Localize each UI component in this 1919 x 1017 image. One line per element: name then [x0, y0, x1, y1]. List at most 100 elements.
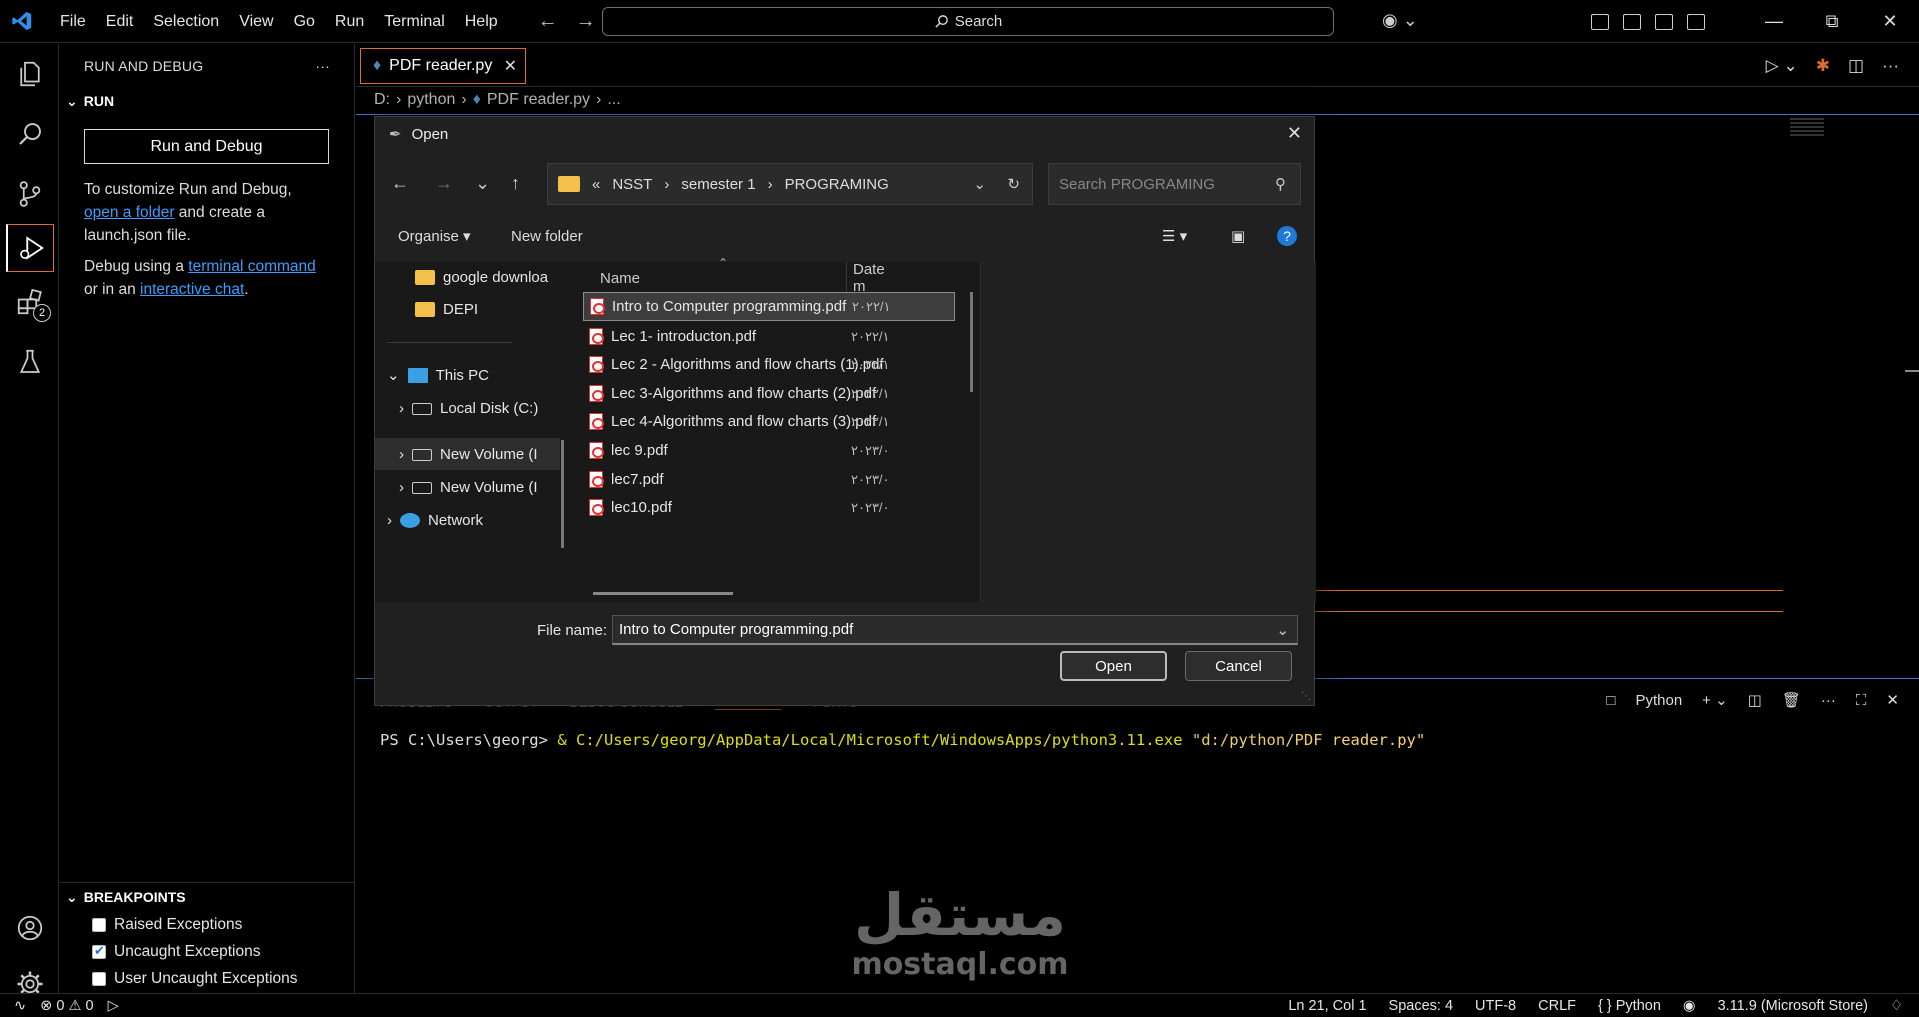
close-dialog-icon[interactable]: ✕	[1287, 123, 1302, 144]
chevron-down-icon[interactable]: ⌄	[1276, 621, 1289, 639]
file-row[interactable]: lec 9.pdf ٢٠٢٣/٠	[583, 436, 955, 465]
explorer-icon[interactable]	[0, 44, 59, 104]
split-terminal-icon[interactable]: ◫	[1748, 691, 1762, 709]
checkbox[interactable]	[92, 917, 106, 932]
file-row[interactable]: Lec 3-Algorithms and flow charts (2).pdf…	[583, 379, 955, 408]
minimap[interactable]	[1790, 118, 1824, 136]
open-folder-link[interactable]: open a folder	[84, 204, 175, 221]
file-row[interactable]: Lec 1- introducton.pdf٢٠٢٢/١٠	[583, 322, 955, 351]
language-mode[interactable]: { } Python	[1598, 998, 1661, 1014]
toggle-secondary-sidebar-icon[interactable]	[1687, 13, 1705, 30]
menu-go[interactable]: Go	[284, 0, 325, 43]
column-header-name[interactable]: Name	[600, 262, 640, 294]
forward-arrow-icon[interactable]: →	[435, 173, 453, 194]
terminal-command-link[interactable]: terminal command	[188, 258, 316, 275]
file-row[interactable]: lec7.pdf ٢٠٢٣/٠	[583, 465, 955, 494]
file-name-input[interactable]: Intro to Computer programming.pdf ⌄	[612, 615, 1298, 645]
cursor-position[interactable]: Ln 21, Col 1	[1288, 998, 1366, 1014]
copilot-status-icon[interactable]: ◉	[1683, 998, 1696, 1014]
tree-item-google-downloads[interactable]: google downloa	[415, 269, 565, 286]
file-row[interactable]: lec10.pdf ٢٠٢٣/٠	[583, 493, 955, 522]
tree-item-this-pc[interactable]: ⌄ This PC	[387, 366, 489, 385]
more-actions-icon[interactable]: ···	[1821, 692, 1836, 709]
python-interpreter[interactable]: 3.11.9 (Microsoft Store)	[1718, 998, 1868, 1014]
more-actions-icon[interactable]: ···	[1882, 56, 1899, 76]
tree-item-local-disk[interactable]: › Local Disk (C:)	[399, 400, 538, 417]
interactive-chat-link[interactable]: interactive chat	[140, 281, 244, 298]
toggle-sidebar-icon[interactable]	[1623, 13, 1641, 30]
copilot-icon[interactable]: ◉ ⌄	[1382, 10, 1418, 31]
folder-search-input[interactable]: Search PROGRAMING ⚲	[1048, 163, 1301, 205]
maximize-panel-icon[interactable]: ⛶	[1856, 692, 1867, 709]
view-options-icon[interactable]: ☰ ▾	[1162, 227, 1187, 245]
up-arrow-icon[interactable]: ↑	[511, 173, 520, 194]
search-icon[interactable]	[0, 104, 59, 164]
menu-help[interactable]: Help	[455, 0, 508, 43]
path-segment[interactable]: PROGRAMING	[785, 176, 889, 193]
forward-arrow-icon[interactable]: →	[576, 10, 596, 33]
chevron-down-icon[interactable]: ⌄	[973, 175, 986, 193]
file-list-horizontal-scrollbar[interactable]	[593, 592, 733, 595]
testing-icon[interactable]	[0, 332, 59, 392]
back-arrow-icon[interactable]: ←	[538, 10, 558, 33]
split-editor-icon[interactable]: ◫	[1848, 56, 1864, 76]
end-of-line[interactable]: CRLF	[1538, 998, 1576, 1014]
breakpoints-header[interactable]: ⌄ BREAKPOINTS	[60, 883, 355, 911]
tree-item-network[interactable]: › Network	[387, 512, 483, 529]
breakpoint-raised-exceptions[interactable]: Raised Exceptions	[60, 911, 355, 938]
menu-selection[interactable]: Selection	[143, 0, 229, 43]
run-python-file-icon[interactable]: ▷ ⌄	[1766, 56, 1798, 76]
file-row[interactable]: Lec 2 - Algorithms and flow charts (1).p…	[583, 350, 955, 379]
open-button[interactable]: Open	[1060, 651, 1167, 681]
path-segment[interactable]: semester 1	[681, 176, 755, 193]
column-header-date[interactable]: Date m	[853, 262, 893, 294]
path-segment[interactable]: NSST	[612, 176, 652, 193]
tree-item-depi[interactable]: DEPI	[415, 301, 478, 318]
file-row[interactable]: Lec 4-Algorithms and flow charts (3).pdf…	[583, 407, 955, 436]
more-actions-icon[interactable]: ···	[315, 58, 330, 74]
run-and-debug-button[interactable]: Run and Debug	[84, 129, 329, 164]
cancel-button[interactable]: Cancel	[1185, 651, 1292, 681]
checkbox[interactable]	[92, 971, 106, 986]
run-section-header[interactable]: ⌄ RUN	[60, 87, 354, 115]
menu-file[interactable]: File	[50, 0, 96, 43]
resize-grip-icon[interactable]: ⋱	[1301, 691, 1311, 702]
help-icon[interactable]: ?	[1277, 226, 1297, 246]
debug-icon[interactable]: ▷	[108, 998, 119, 1014]
close-panel-icon[interactable]: ✕	[1886, 691, 1899, 709]
new-folder-button[interactable]: New folder	[511, 228, 583, 245]
trash-icon[interactable]: 🗑	[1782, 691, 1801, 709]
extensions-icon[interactable]: 2	[0, 272, 59, 332]
close-window-icon[interactable]: ✕	[1861, 11, 1919, 32]
back-arrow-icon[interactable]: ←	[391, 173, 409, 194]
checkbox-checked[interactable]	[92, 943, 106, 959]
run-debug-icon[interactable]	[6, 224, 54, 272]
menu-view[interactable]: View	[229, 0, 283, 43]
tree-item-new-volume-1[interactable]: › New Volume (I	[399, 446, 559, 463]
close-tab-icon[interactable]: ✕	[504, 56, 517, 76]
breakpoint-uncaught-exceptions[interactable]: Uncaught Exceptions	[60, 938, 355, 965]
preview-pane-icon[interactable]: ▣	[1231, 227, 1245, 245]
terminal-name[interactable]: Python	[1635, 692, 1682, 709]
organise-menu[interactable]: Organise ▾	[398, 227, 471, 245]
new-terminal-icon[interactable]: + ⌄	[1702, 691, 1728, 709]
refresh-icon[interactable]: ↻	[1007, 175, 1020, 193]
menu-edit[interactable]: Edit	[96, 0, 144, 43]
terminal-output[interactable]: PS C:\Users\georg> & C:/Users/georg/AppD…	[356, 731, 1919, 749]
minimize-icon[interactable]: —	[1745, 11, 1803, 32]
address-bar[interactable]: « NSST › semester 1 › PROGRAMING ⌄ ↻	[547, 163, 1033, 205]
tree-scrollbar[interactable]	[561, 440, 564, 548]
menu-run[interactable]: Run	[325, 0, 374, 43]
source-control-icon[interactable]	[0, 164, 59, 224]
file-row[interactable]: Intro to Computer programming.pdf٢٠٢٢/١١	[583, 292, 955, 321]
accounts-icon[interactable]	[0, 898, 59, 958]
copilot-sparkle-icon[interactable]: ✱	[1816, 56, 1830, 76]
recent-dropdown-icon[interactable]: ⌄	[475, 173, 490, 194]
indentation[interactable]: Spaces: 4	[1389, 998, 1454, 1014]
breakpoint-user-uncaught-exceptions[interactable]: User Uncaught Exceptions	[60, 965, 355, 992]
menu-terminal[interactable]: Terminal	[374, 0, 454, 43]
notifications-bell-icon[interactable]: ♢	[1890, 998, 1903, 1014]
customize-layout-icon[interactable]	[1591, 13, 1609, 30]
problems-indicator[interactable]: ⊗ 0 ⚠ 0	[40, 998, 93, 1014]
file-list-vertical-scrollbar[interactable]	[970, 292, 973, 392]
